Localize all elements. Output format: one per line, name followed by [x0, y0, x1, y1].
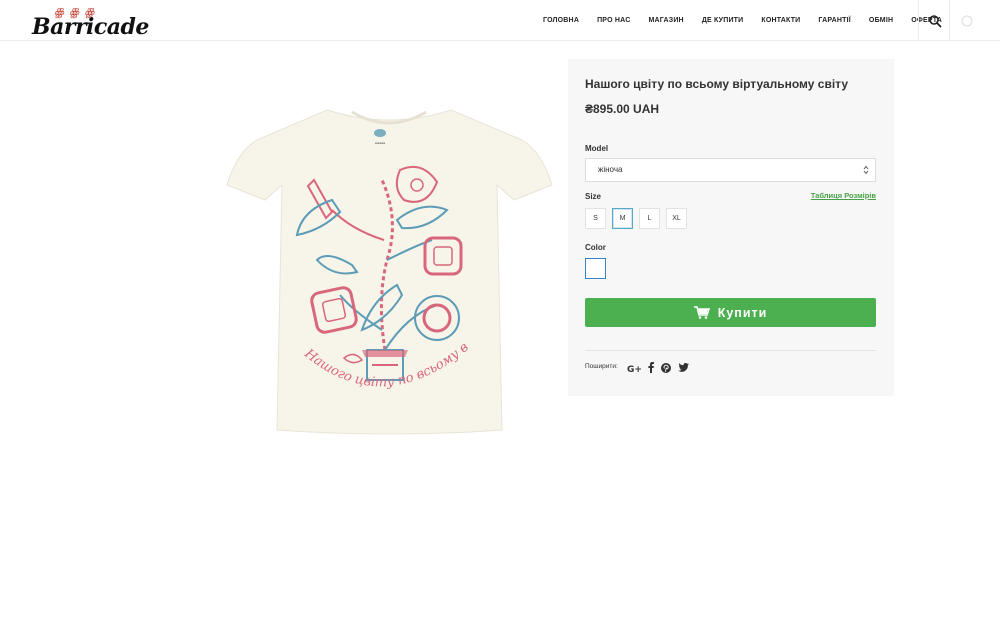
buy-button[interactable]: Купити	[585, 298, 876, 327]
svg-text:G+: G+	[627, 365, 641, 373]
size-option-xl[interactable]: XL	[666, 208, 687, 229]
size-label: Size	[585, 192, 602, 201]
twitter-icon[interactable]	[678, 363, 689, 372]
model-select-value: жіноча	[598, 165, 623, 174]
nav-item-shop[interactable]: Магазин	[648, 17, 683, 24]
product-image[interactable]: ▪▪▪▪▪ Нашого цвіту по всьому віртуальном…	[222, 100, 557, 440]
site-header: ꙮ ꙮ ꙮ Barricade Головна Про нас Магазин …	[0, 0, 1000, 41]
main-nav: Головна Про нас Магазин Де купити Контак…	[543, 0, 960, 41]
logo-text: Barricade	[32, 14, 149, 40]
google-plus-icon[interactable]: G+	[627, 363, 641, 373]
nav-divider	[918, 0, 919, 41]
size-chart-link[interactable]: Таблиця Розмірів	[811, 191, 876, 200]
share-icons: G+	[627, 362, 696, 373]
nav-item-about[interactable]: Про нас	[597, 17, 630, 24]
model-label: Model	[585, 144, 609, 153]
share-label: Поширити:	[585, 363, 618, 370]
product-panel: Нашого цвіту по всьому віртуальному світ…	[568, 59, 894, 396]
search-icon[interactable]	[928, 14, 942, 28]
product-price: ₴895.00 UAH	[585, 102, 660, 116]
nav-item-home[interactable]: Головна	[543, 17, 579, 24]
color-swatch-white[interactable]	[585, 258, 606, 279]
model-select[interactable]: жіноча	[585, 158, 876, 182]
size-option-l[interactable]: L	[639, 208, 660, 229]
nav-item-contacts[interactable]: Контакти	[761, 17, 800, 24]
nav-item-exchange[interactable]: Обмін	[869, 17, 893, 24]
nav-item-guarantees[interactable]: Гарантії	[818, 17, 851, 24]
nav-divider	[949, 0, 950, 41]
product-title: Нашого цвіту по всьому віртуальному світ…	[585, 77, 849, 91]
size-options: S M L XL	[585, 208, 693, 229]
buy-button-label: Купити	[717, 305, 768, 320]
color-label: Color	[585, 243, 606, 252]
divider	[585, 350, 876, 351]
brand-logo[interactable]: ꙮ ꙮ ꙮ Barricade	[32, 6, 149, 40]
cart-icon	[693, 306, 710, 319]
select-arrows-icon	[863, 165, 869, 175]
pinterest-icon[interactable]	[661, 362, 671, 373]
nav-item-where-to-buy[interactable]: Де купити	[702, 17, 744, 24]
cart-icon[interactable]	[961, 15, 973, 27]
size-option-s[interactable]: S	[585, 208, 606, 229]
facebook-icon[interactable]	[648, 362, 654, 373]
svg-text:▪▪▪▪▪: ▪▪▪▪▪	[375, 141, 385, 145]
size-option-m[interactable]: M	[612, 208, 633, 229]
